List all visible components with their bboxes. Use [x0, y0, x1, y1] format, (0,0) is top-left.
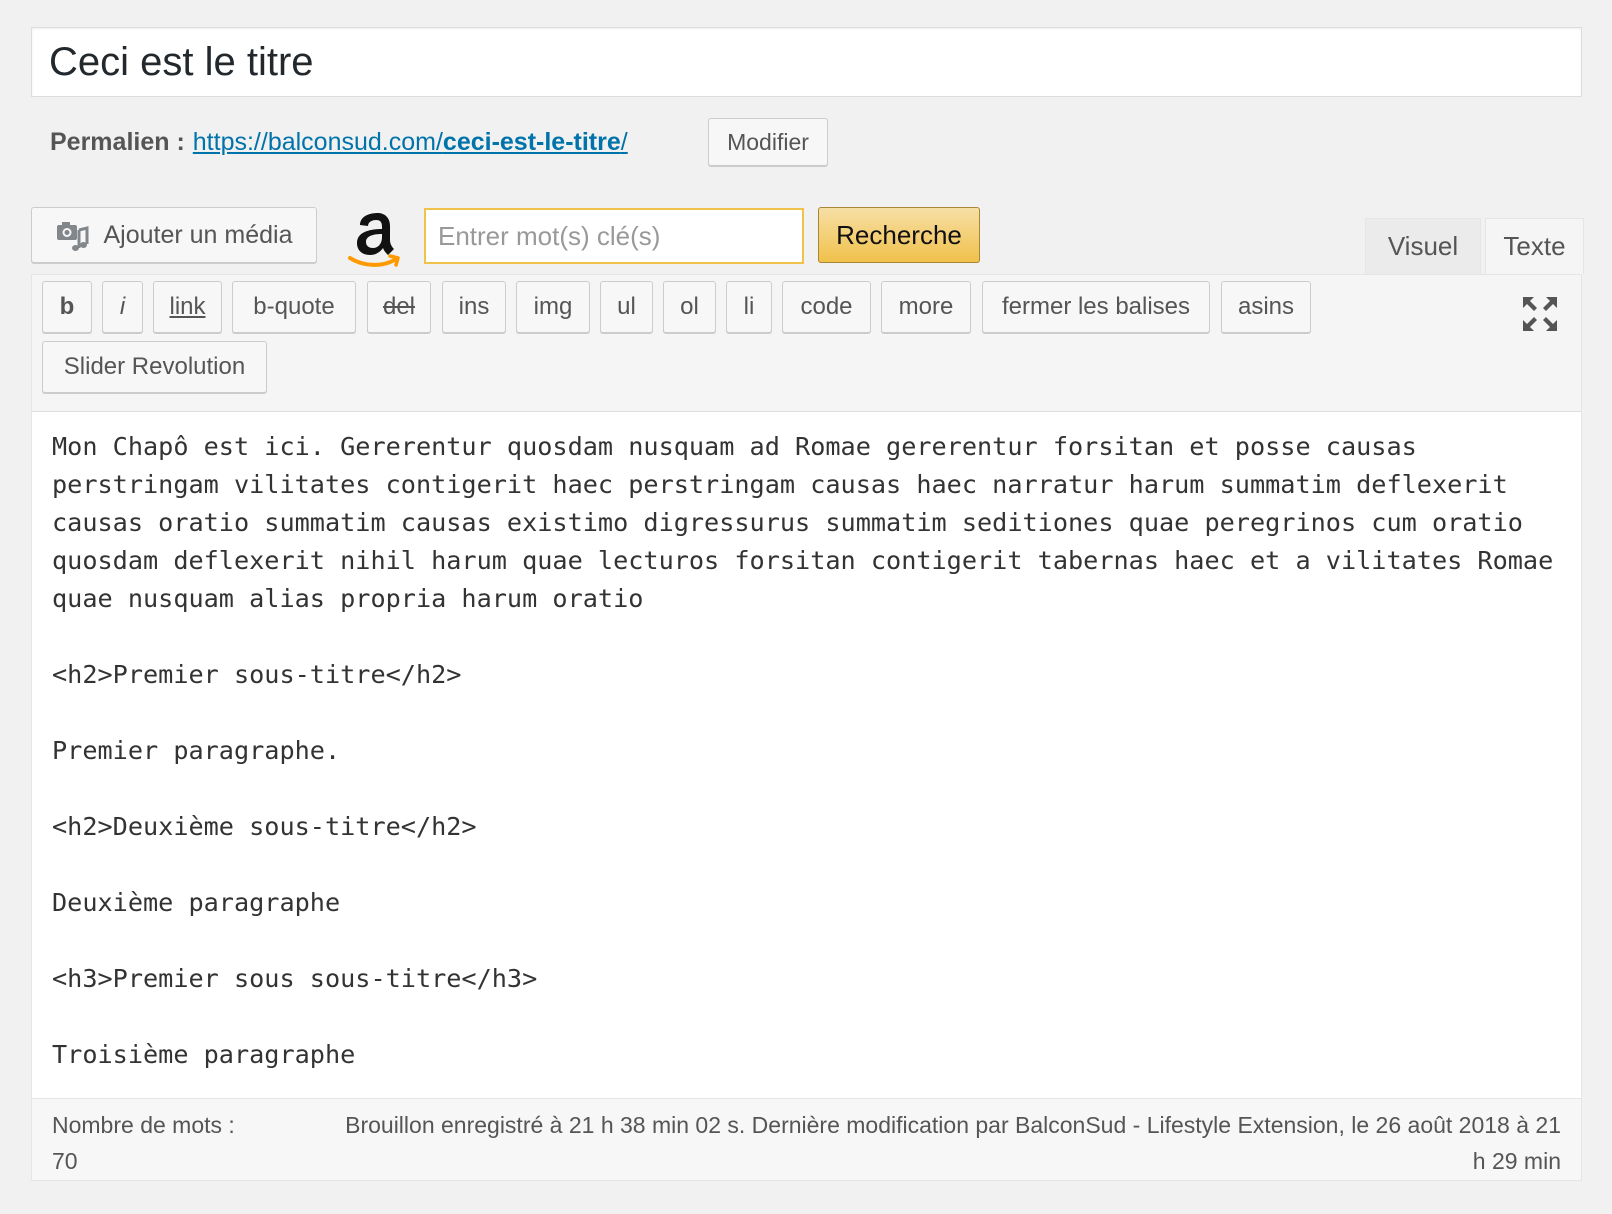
quicktag-italic-button[interactable]: i	[102, 281, 143, 333]
quicktag-code-button[interactable]: code	[782, 281, 871, 333]
text-editor: b i link b-quote del ins img ul ol li co…	[31, 274, 1582, 1181]
quicktag-blockquote-button[interactable]: b-quote	[232, 281, 356, 333]
word-count-label: Nombre de mots :	[52, 1112, 235, 1138]
editor-status-bar: Nombre de mots : 70 Brouillon enregistré …	[32, 1098, 1581, 1180]
add-media-button[interactable]: Ajouter un média	[31, 207, 317, 263]
permalink-url-base[interactable]: https://balconsud.com/	[193, 128, 443, 156]
add-media-label: Ajouter un média	[103, 220, 293, 249]
permalink-slug[interactable]: ceci-est-le-titre	[443, 128, 621, 156]
fullscreen-icon[interactable]	[1521, 295, 1559, 333]
word-count-value: 70	[52, 1148, 78, 1174]
word-count: Nombre de mots : 70	[52, 1107, 282, 1179]
quicktag-ol-button[interactable]: ol	[663, 281, 716, 333]
tab-visual[interactable]: Visuel	[1365, 218, 1481, 274]
autosave-status: Brouillon enregistré à 21 h 38 min 02 s.…	[345, 1112, 1561, 1174]
amazon-search-button[interactable]: Recherche	[818, 207, 980, 263]
permalink-label: Permalien :	[50, 127, 185, 156]
quicktag-img-button[interactable]: img	[516, 281, 590, 333]
quicktag-asins-button[interactable]: asins	[1221, 281, 1311, 333]
permalink-link[interactable]: https://balconsud.com/ceci-est-le-titre/	[193, 128, 628, 157]
tab-text[interactable]: Texte	[1485, 218, 1584, 274]
permalink-row: Permalien : https://balconsud.com/ceci-e…	[50, 118, 628, 166]
quicktag-more-button[interactable]: more	[881, 281, 971, 333]
amazon-keyword-input[interactable]	[424, 208, 804, 264]
quicktag-ins-button[interactable]: ins	[442, 281, 506, 333]
quicktag-ul-button[interactable]: ul	[600, 281, 653, 333]
quicktag-del-button[interactable]: del	[367, 281, 431, 333]
amazon-logo-icon	[348, 213, 400, 267]
camera-music-icon	[57, 222, 89, 251]
quicktag-link-button[interactable]: link	[153, 281, 222, 333]
permalink-url-end[interactable]: /	[621, 128, 628, 156]
quicktag-close-tags-button[interactable]: fermer les balises	[982, 281, 1210, 333]
quicktag-bold-button[interactable]: b	[42, 281, 92, 333]
quicktag-slider-revolution-button[interactable]: Slider Revolution	[42, 341, 267, 393]
post-title-text[interactable]: Ceci est le titre	[49, 38, 314, 86]
quicktags-toolbar: b i link b-quote del ins img ul ol li co…	[32, 275, 1581, 412]
editor-textarea[interactable]: Mon Chapô est ici. Gererentur quosdam nu…	[32, 412, 1581, 1112]
edit-permalink-button[interactable]: Modifier	[708, 118, 828, 166]
post-title-field[interactable]: Ceci est le titre	[31, 27, 1582, 97]
quicktag-li-button[interactable]: li	[726, 281, 772, 333]
